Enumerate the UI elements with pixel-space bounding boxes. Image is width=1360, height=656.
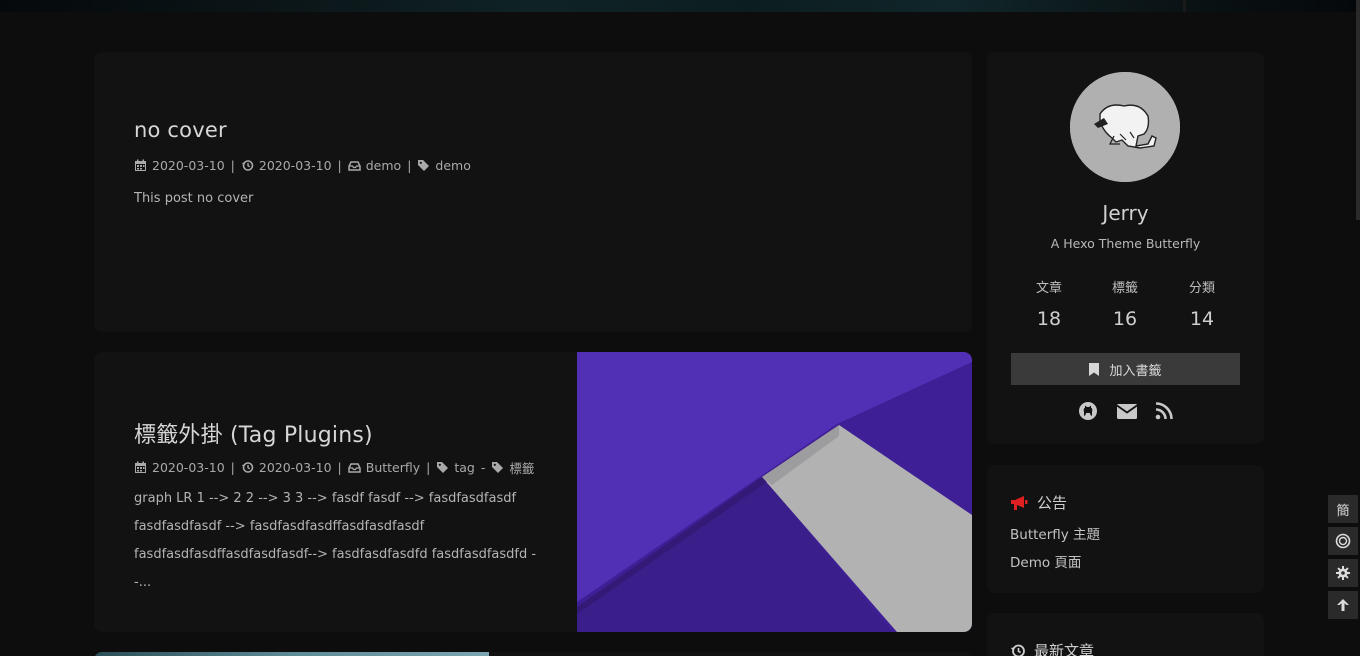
stat-tags[interactable]: 標籤 16 xyxy=(1085,277,1165,330)
settings-button[interactable] xyxy=(1328,559,1358,587)
github-icon[interactable] xyxy=(1078,401,1098,421)
stat-label: 標籤 xyxy=(1111,281,1138,296)
post-card[interactable] xyxy=(94,652,972,656)
post-category-link[interactable]: demo xyxy=(366,158,401,173)
post-tag-link[interactable]: tag xyxy=(454,460,475,475)
history-icon xyxy=(241,461,254,474)
meta-separator: | xyxy=(230,460,235,475)
tag-icon xyxy=(491,461,504,474)
stat-label: 文章 xyxy=(1035,281,1062,296)
post-meta: 2020-03-10 | 2020-03-10 | Butterfly | ta… xyxy=(134,458,534,477)
back-to-top-button[interactable] xyxy=(1328,591,1358,619)
post-tag-link[interactable]: 標籤 xyxy=(509,458,534,477)
author-description: A Hexo Theme Butterfly xyxy=(1050,236,1201,251)
meta-separator: | xyxy=(407,158,412,173)
tag-icon xyxy=(417,159,430,172)
post-meta: 2020-03-10 | 2020-03-10 | demo | demo xyxy=(134,158,471,173)
stat-value: 14 xyxy=(1189,308,1215,330)
mail-icon[interactable] xyxy=(1115,401,1138,421)
bookmark-label: 加入書籤 xyxy=(1109,363,1162,379)
post-cover-image[interactable] xyxy=(94,652,489,656)
excerpt-line: fasdfasdfasdffasdfasdfasdf--> fasdfasdfa… xyxy=(134,547,537,590)
rss-icon[interactable] xyxy=(1154,401,1174,421)
calendar-icon xyxy=(134,461,147,474)
avatar[interactable] xyxy=(1070,72,1180,182)
announcement-line[interactable]: Butterfly 主題 xyxy=(1010,523,1100,543)
announcement-card: 公告 Butterfly 主題 Demo 頁面 xyxy=(987,465,1264,593)
excerpt-line: graph LR 1 --> 2 2 --> 3 3 --> fasdf fas… xyxy=(134,491,517,506)
post-card[interactable]: 標籤外掛 (Tag Plugins) 2020-03-10 | 2020-03-… xyxy=(94,352,972,632)
tag-icon xyxy=(436,461,449,474)
meta-separator: | xyxy=(426,460,431,475)
post-date-updated: 2020-03-10 xyxy=(258,460,332,475)
post-date-created: 2020-03-10 xyxy=(152,158,225,173)
post-card[interactable]: no cover 2020-03-10 | 2020-03-10 | demo … xyxy=(94,52,972,332)
post-date-updated: 2020-03-10 xyxy=(258,158,332,173)
stat-value: 18 xyxy=(1036,308,1062,330)
post-category-link[interactable]: Butterfly xyxy=(366,460,420,475)
bookmark-button[interactable]: 加入書籤 xyxy=(1011,353,1240,385)
scrollbar[interactable] xyxy=(1356,0,1360,220)
stat-articles[interactable]: 文章 18 xyxy=(1009,277,1089,330)
theme-toggle-button[interactable] xyxy=(1328,527,1358,555)
post-cover-image[interactable] xyxy=(577,352,972,632)
post-title[interactable]: 標籤外掛 (Tag Plugins) xyxy=(134,417,373,449)
announcement-line[interactable]: Demo 頁面 xyxy=(1010,551,1081,571)
announcement-title: 公告 xyxy=(1037,494,1068,512)
stat-label: 分類 xyxy=(1188,281,1215,296)
bullhorn-icon xyxy=(1010,495,1028,511)
stat-value: 16 xyxy=(1112,308,1138,330)
announcement-header: 公告 xyxy=(1010,492,1067,513)
author-info-card: Jerry A Hexo Theme Butterfly 文章 18 標籤 16… xyxy=(987,52,1264,444)
recent-posts-card: 最新文章 xyxy=(987,613,1264,656)
translate-icon: 簡 xyxy=(1336,503,1350,519)
excerpt-line: fasdfasdfasdf --> fasdfasdfasdffasdfasdf… xyxy=(134,519,425,534)
translate-button[interactable]: 簡 xyxy=(1328,495,1358,523)
header-banner-strip xyxy=(0,0,1360,12)
post-excerpt: This post no cover xyxy=(134,191,254,206)
author-name: Jerry xyxy=(1102,201,1149,225)
post-tag-link[interactable]: demo xyxy=(435,158,470,173)
theme-toggle-icon xyxy=(1335,533,1351,549)
settings-gear-icon xyxy=(1336,566,1350,580)
meta-separator: | xyxy=(230,158,235,173)
post-title[interactable]: no cover xyxy=(134,118,227,142)
history-icon xyxy=(1010,643,1026,656)
banner-divider xyxy=(1183,0,1186,12)
bookmark-icon xyxy=(1089,362,1100,376)
rightside-toolbar: 簡 xyxy=(1328,495,1358,623)
inbox-icon xyxy=(348,159,361,172)
social-links xyxy=(987,401,1264,421)
post-date-created: 2020-03-10 xyxy=(152,460,225,475)
calendar-icon xyxy=(134,159,147,172)
arrow-up-icon xyxy=(1336,598,1350,612)
recent-posts-title: 最新文章 xyxy=(1034,642,1095,656)
meta-separator: | xyxy=(337,158,342,173)
tag-separator: - xyxy=(480,460,486,475)
post-excerpt: graph LR 1 --> 2 2 --> 3 3 --> fasdf fas… xyxy=(134,485,544,597)
stat-categories[interactable]: 分類 14 xyxy=(1162,277,1242,330)
meta-separator: | xyxy=(337,460,342,475)
inbox-icon xyxy=(348,461,361,474)
history-icon xyxy=(241,159,254,172)
recent-posts-header: 最新文章 xyxy=(1010,640,1094,656)
